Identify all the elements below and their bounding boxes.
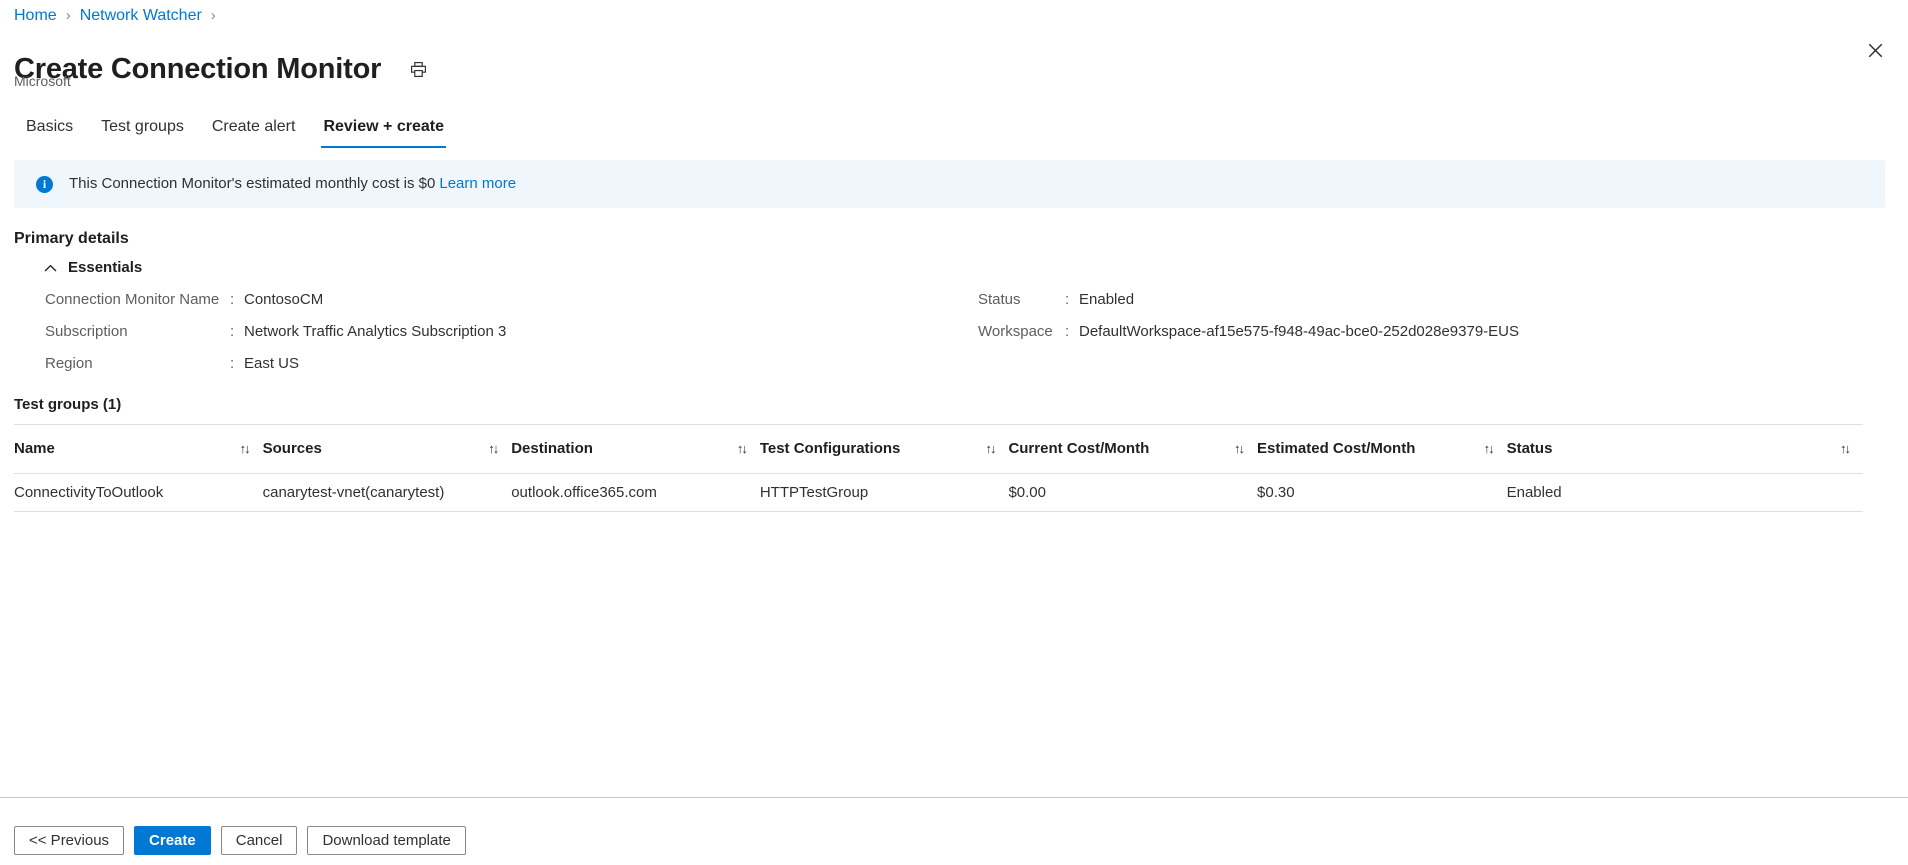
- field-value: Network Traffic Analytics Subscription 3: [244, 323, 507, 340]
- essentials-collapse-toggle[interactable]: Essentials: [44, 258, 142, 278]
- test-groups-heading: Test groups (1): [14, 396, 122, 413]
- previous-button[interactable]: << Previous: [14, 826, 125, 855]
- sort-icon[interactable]: ↑↓: [1234, 439, 1245, 459]
- field-colon: :: [1065, 291, 1070, 308]
- cost-info-message: This Connection Monitor's estimated mont…: [69, 175, 436, 192]
- field-workspace: Workspace : DefaultWorkspace-af15e575-f9…: [978, 322, 1838, 354]
- column-header-label: Test Configurations: [759, 440, 901, 457]
- cell-test-configurations: HTTPTestGroup: [759, 483, 869, 501]
- download-template-button[interactable]: Download template: [307, 826, 466, 855]
- create-connection-monitor-blade: Home › Network Watcher › Create Connecti…: [0, 0, 1908, 865]
- field-value: ContosoCM: [244, 291, 324, 308]
- field-value: East US: [244, 355, 300, 372]
- tab-basics[interactable]: Basics: [14, 116, 87, 148]
- sort-icon[interactable]: ↑↓: [1840, 439, 1851, 459]
- create-button[interactable]: Create: [134, 826, 211, 855]
- breadcrumb-separator-icon: ›: [210, 7, 216, 24]
- tab-review-create[interactable]: Review + create: [309, 116, 458, 148]
- cost-info-bar: i This Connection Monitor's estimated mo…: [14, 160, 1885, 208]
- info-icon: i: [36, 175, 53, 193]
- essentials-right-column: Status : Enabled Workspace : DefaultWork…: [978, 290, 1838, 354]
- field-subscription: Subscription : Network Traffic Analytics…: [45, 322, 745, 354]
- field-colon: :: [230, 323, 235, 340]
- essentials-left-column: Connection Monitor Name : ContosoCM Subs…: [45, 290, 745, 386]
- primary-details-heading: Primary details: [14, 230, 129, 247]
- chevron-up-icon: [44, 262, 57, 275]
- sort-icon[interactable]: ↑↓: [488, 439, 499, 459]
- breadcrumb-item-network-watcher[interactable]: Network Watcher: [80, 6, 202, 26]
- cell-sources: canarytest-vnet(canarytest): [262, 483, 445, 501]
- cancel-button[interactable]: Cancel: [220, 826, 298, 855]
- field-value: Enabled: [1079, 291, 1135, 308]
- tab-create-alert[interactable]: Create alert: [198, 116, 310, 148]
- table-header-row: Name ↑↓ Sources ↑↓ Destination ↑↓ Test C…: [14, 425, 1863, 474]
- field-value: DefaultWorkspace-af15e575-f948-49ac-bce0…: [1079, 323, 1520, 340]
- sort-icon[interactable]: ↑↓: [240, 439, 251, 459]
- column-header-status[interactable]: Status ↑↓: [1507, 439, 1863, 459]
- footer-buttons: << Previous Create Cancel Download templ…: [14, 826, 466, 855]
- essentials-label: Essentials: [68, 259, 143, 276]
- cell-name: ConnectivityToOutlook: [14, 483, 164, 501]
- column-header-test-configurations[interactable]: Test Configurations ↑↓: [760, 439, 1009, 459]
- cell-current-cost: $0.00: [1008, 483, 1046, 501]
- tab-test-groups[interactable]: Test groups: [87, 116, 198, 148]
- print-icon[interactable]: [405, 56, 431, 82]
- field-label: Status: [978, 291, 1021, 308]
- column-header-label: Destination: [511, 440, 593, 457]
- field-colon: :: [230, 291, 235, 308]
- column-header-destination[interactable]: Destination ↑↓: [511, 439, 760, 459]
- column-header-label: Estimated Cost/Month: [1257, 440, 1416, 457]
- column-header-sources[interactable]: Sources ↑↓: [263, 439, 512, 459]
- field-label: Region: [45, 355, 93, 372]
- field-region: Region : East US: [45, 354, 745, 386]
- field-label: Connection Monitor Name: [45, 291, 220, 308]
- sort-icon[interactable]: ↑↓: [737, 439, 748, 459]
- field-label: Subscription: [45, 323, 128, 340]
- table-row[interactable]: ConnectivityToOutlook canarytest-vnet(ca…: [14, 474, 1863, 512]
- cell-destination: outlook.office365.com: [511, 483, 657, 501]
- title-row: Create Connection Monitor: [14, 32, 431, 107]
- sort-icon[interactable]: ↑↓: [1484, 439, 1495, 459]
- breadcrumb-item-home[interactable]: Home: [14, 6, 57, 26]
- field-connection-monitor-name: Connection Monitor Name : ContosoCM: [45, 290, 745, 322]
- column-header-label: Sources: [262, 440, 322, 457]
- cost-info-text: This Connection Monitor's estimated mont…: [69, 174, 516, 194]
- cell-estimated-cost: $0.30: [1257, 483, 1295, 501]
- field-colon: :: [1065, 323, 1070, 340]
- column-header-label: Current Cost/Month: [1008, 440, 1150, 457]
- column-header-estimated-cost[interactable]: Estimated Cost/Month ↑↓: [1257, 439, 1507, 459]
- sort-icon[interactable]: ↑↓: [985, 439, 996, 459]
- field-colon: :: [230, 355, 235, 372]
- breadcrumb-separator-icon: ›: [65, 7, 71, 24]
- column-header-label: Name: [14, 440, 55, 457]
- cell-status: Enabled: [1506, 483, 1562, 501]
- close-icon[interactable]: [1860, 35, 1890, 65]
- field-label: Workspace: [978, 323, 1053, 340]
- footer-action-bar: << Previous Create Cancel Download templ…: [0, 797, 1908, 865]
- test-groups-table: Name ↑↓ Sources ↑↓ Destination ↑↓ Test C…: [14, 425, 1863, 512]
- publisher-label: Microsoft: [14, 73, 71, 89]
- column-header-current-cost[interactable]: Current Cost/Month ↑↓: [1008, 439, 1257, 459]
- wizard-tabs: Basics Test groups Create alert Review +…: [14, 110, 458, 148]
- column-header-name[interactable]: Name ↑↓: [14, 439, 263, 459]
- column-header-label: Status: [1506, 440, 1553, 457]
- breadcrumb: Home › Network Watcher ›: [14, 6, 225, 26]
- field-status: Status : Enabled: [978, 290, 1838, 322]
- learn-more-link[interactable]: Learn more: [439, 175, 516, 192]
